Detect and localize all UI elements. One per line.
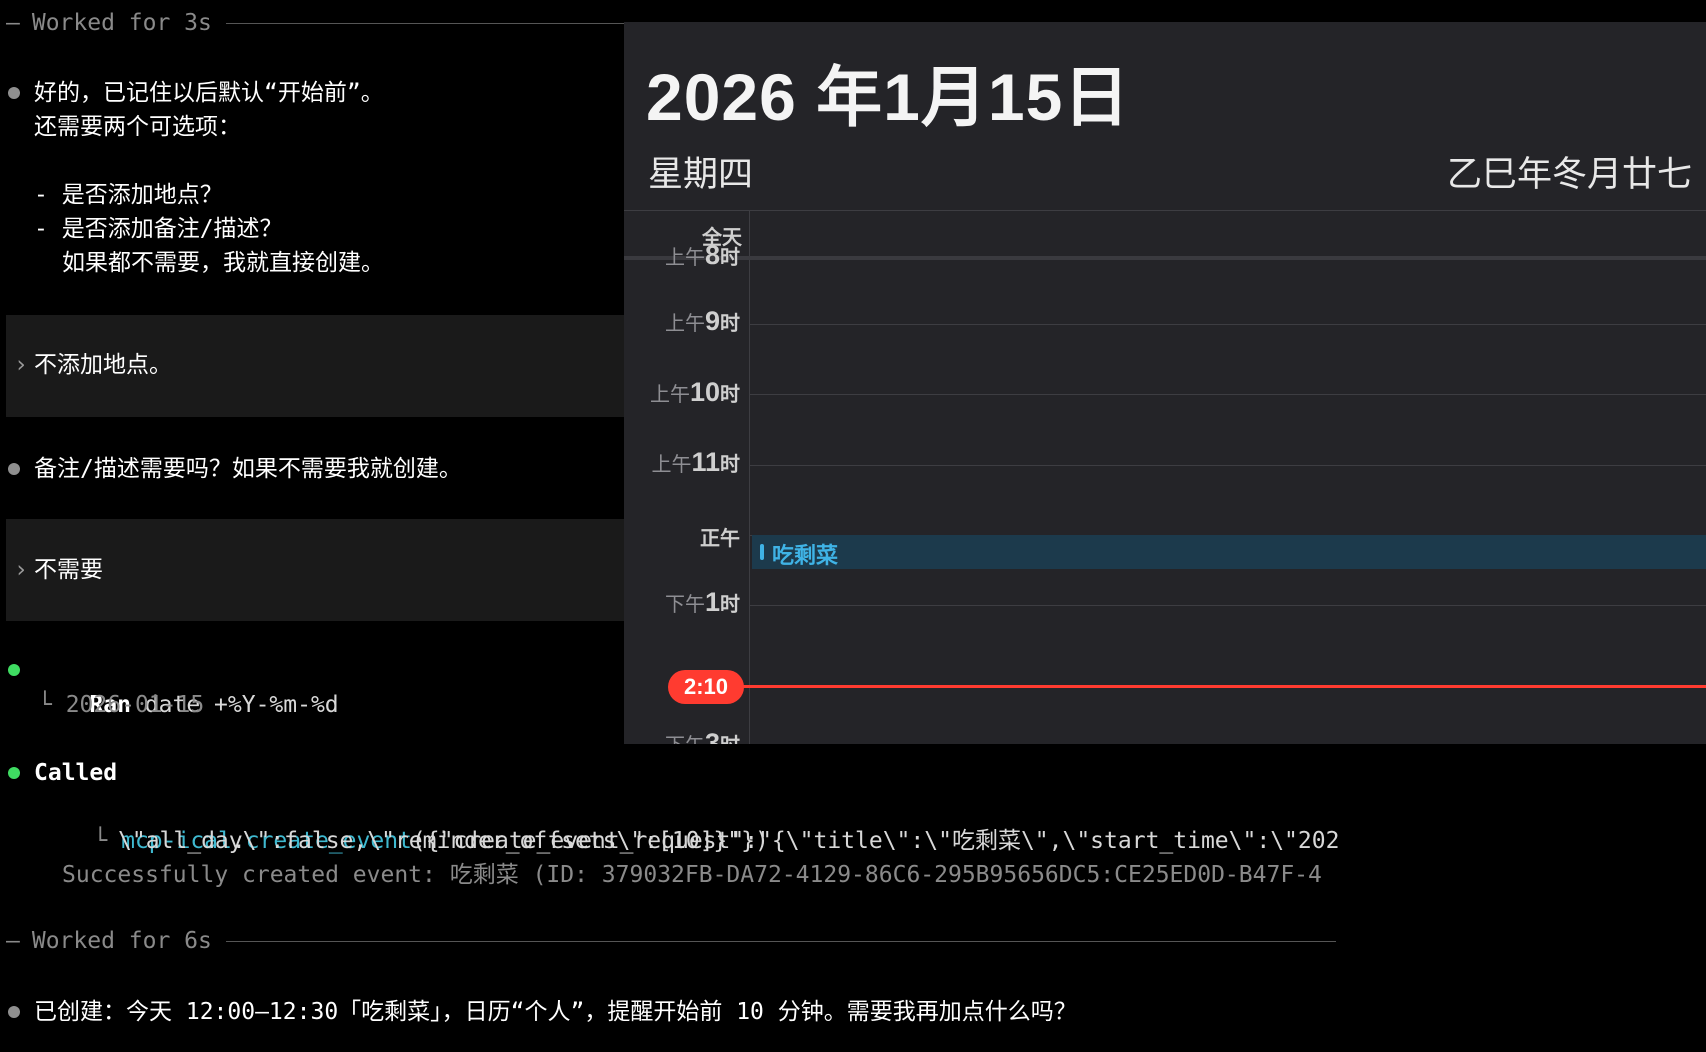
bullet-icon xyxy=(8,87,20,99)
assistant-message-1-line1: 好的，已记住以后默认“开始前”。 xyxy=(34,80,384,106)
hour-label-9am: 上午9时 xyxy=(664,306,740,336)
hour-label-8am: 上午8时 xyxy=(664,240,740,270)
status-success-icon xyxy=(8,664,20,676)
ran-output: └ 2026-01-15 xyxy=(38,692,205,718)
tool-call-args-line2: \"all_day\":false,\"reminder_offsets\":[… xyxy=(118,828,769,854)
called-label: Called xyxy=(34,760,118,786)
current-time-line xyxy=(742,685,1706,688)
all-day-divider xyxy=(624,256,1706,260)
assistant-message-1-line3: 如果都不需要，我就直接创建。 xyxy=(62,250,384,276)
user-message-1: › 不添加地点。 xyxy=(6,315,626,417)
option-notes: - 是否添加备注/描述？ xyxy=(34,216,283,242)
hour-label-3pm: 下午3时 xyxy=(665,728,740,744)
chevron-right-icon: › xyxy=(14,557,28,583)
event-color-bar xyxy=(760,544,764,560)
calendar-date-title: 2026 年1月15日 xyxy=(646,60,1131,134)
current-time-badge: 2:10 xyxy=(668,670,744,704)
calendar-weekday: 星期四 xyxy=(648,155,754,194)
bullet-icon xyxy=(8,1006,20,1018)
hour-label-noon: 正午 xyxy=(700,528,740,550)
worked-separator-1: — Worked for 3s xyxy=(6,6,646,40)
user-message-2: › 不需要 xyxy=(6,519,626,621)
bullet-icon xyxy=(8,463,20,475)
status-success-icon xyxy=(8,767,20,779)
assistant-message-2: 备注/描述需要吗？如果不需要我就创建。 xyxy=(34,456,462,482)
calendar-event[interactable]: 吃剩菜 xyxy=(752,535,1706,569)
hour-label-1pm: 下午1时 xyxy=(664,587,740,617)
event-title: 吃剩菜 xyxy=(772,543,839,568)
tool-call-result: Successfully created event: 吃剩菜 (ID: 379… xyxy=(62,862,1322,888)
worked-separator-2: — Worked for 6s xyxy=(6,924,1336,958)
calendar-lunar-date: 乙巳年冬月廿七 xyxy=(1446,155,1692,194)
assistant-message-1-line2: 还需要两个可选项： xyxy=(34,114,241,140)
chevron-right-icon: › xyxy=(14,352,28,378)
hour-label-11am: 上午11时 xyxy=(651,447,740,477)
calendar-day-view: 2026 年1月15日 星期四 乙巳年冬月廿七 全天 上午8时 上午9时 上午1… xyxy=(624,22,1706,744)
option-location: - 是否添加地点？ xyxy=(34,182,223,208)
hour-label-10am: 上午10时 xyxy=(649,377,740,407)
assistant-message-3: 已创建：今天 12:00–12:30「吃剩菜」，日历“个人”，提醒开始前 10 … xyxy=(34,999,1077,1025)
